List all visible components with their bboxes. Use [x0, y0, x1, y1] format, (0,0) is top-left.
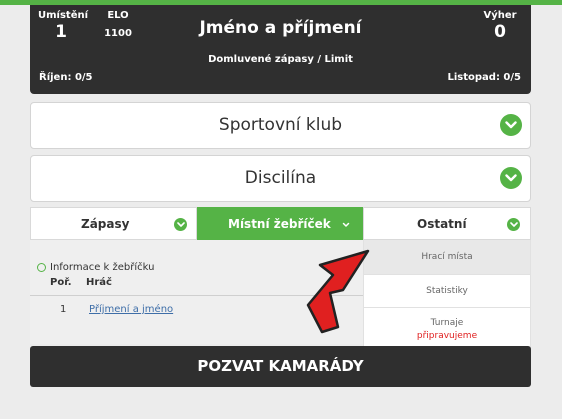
chevron-down-icon — [500, 114, 522, 136]
player-header: Umístění 1 ELO 1100 Jméno a příjmení Výh… — [30, 5, 531, 94]
menu-item-label: Statistiky — [426, 286, 468, 296]
column-header-rank: Poř. — [50, 277, 72, 288]
wins-label: Výher — [483, 10, 517, 21]
ladder-info-label: Informace k žebříčku — [50, 262, 155, 273]
tab-local-ladder-label: Místní žebříček — [228, 217, 331, 231]
info-icon — [37, 263, 46, 272]
player-name: Jméno a příjmení — [199, 18, 362, 38]
tab-other[interactable]: Ostatní — [363, 207, 531, 240]
month-october: Říjen: 0/5 — [39, 72, 93, 83]
tab-local-ladder[interactable]: Místní žebříček — [197, 207, 363, 240]
chevron-down-icon — [507, 218, 520, 231]
chevron-down-icon — [500, 167, 522, 189]
chevron-down-icon — [342, 218, 350, 232]
menu-item-label: Turnaje — [430, 318, 464, 328]
wins-value: 0 — [494, 22, 506, 42]
menu-item-label: Hrací místa — [421, 252, 473, 262]
column-header-player: Hráč — [86, 277, 112, 288]
coming-soon-label: připravujeme — [416, 331, 478, 341]
other-dropdown-menu: Hrací místa Statistiky Turnaje připravuj… — [363, 240, 531, 352]
ladder-info[interactable]: Informace k žebříčku — [37, 262, 155, 273]
tab-matches-label: Zápasy — [81, 217, 130, 231]
chevron-down-icon — [174, 218, 187, 231]
tab-other-label: Ostatní — [417, 217, 467, 231]
wins-block: Výher 0 — [480, 10, 520, 42]
discipline-dropdown[interactable]: Discilína — [30, 155, 531, 202]
row-rank: 1 — [60, 304, 67, 315]
row-player-link[interactable]: Příjmení a jméno — [89, 304, 173, 315]
menu-item-play-places[interactable]: Hrací místa — [363, 240, 531, 275]
invite-friends-button[interactable]: POZVAT KAMARÁDY — [30, 346, 531, 387]
month-november: Listopad: 0/5 — [447, 72, 521, 83]
menu-item-statistics[interactable]: Statistiky — [363, 275, 531, 308]
tab-matches[interactable]: Zápasy — [30, 207, 197, 240]
discipline-dropdown-label: Discilína — [244, 168, 317, 188]
club-dropdown[interactable]: Sportovní klub — [30, 102, 531, 149]
pointer-arrow-icon — [306, 249, 370, 334]
agreed-games-label: Domluvené zápasy / Limit — [208, 54, 353, 65]
club-dropdown-label: Sportovní klub — [218, 115, 343, 135]
tab-bar: Zápasy Místní žebříček Ostatní — [30, 207, 531, 240]
